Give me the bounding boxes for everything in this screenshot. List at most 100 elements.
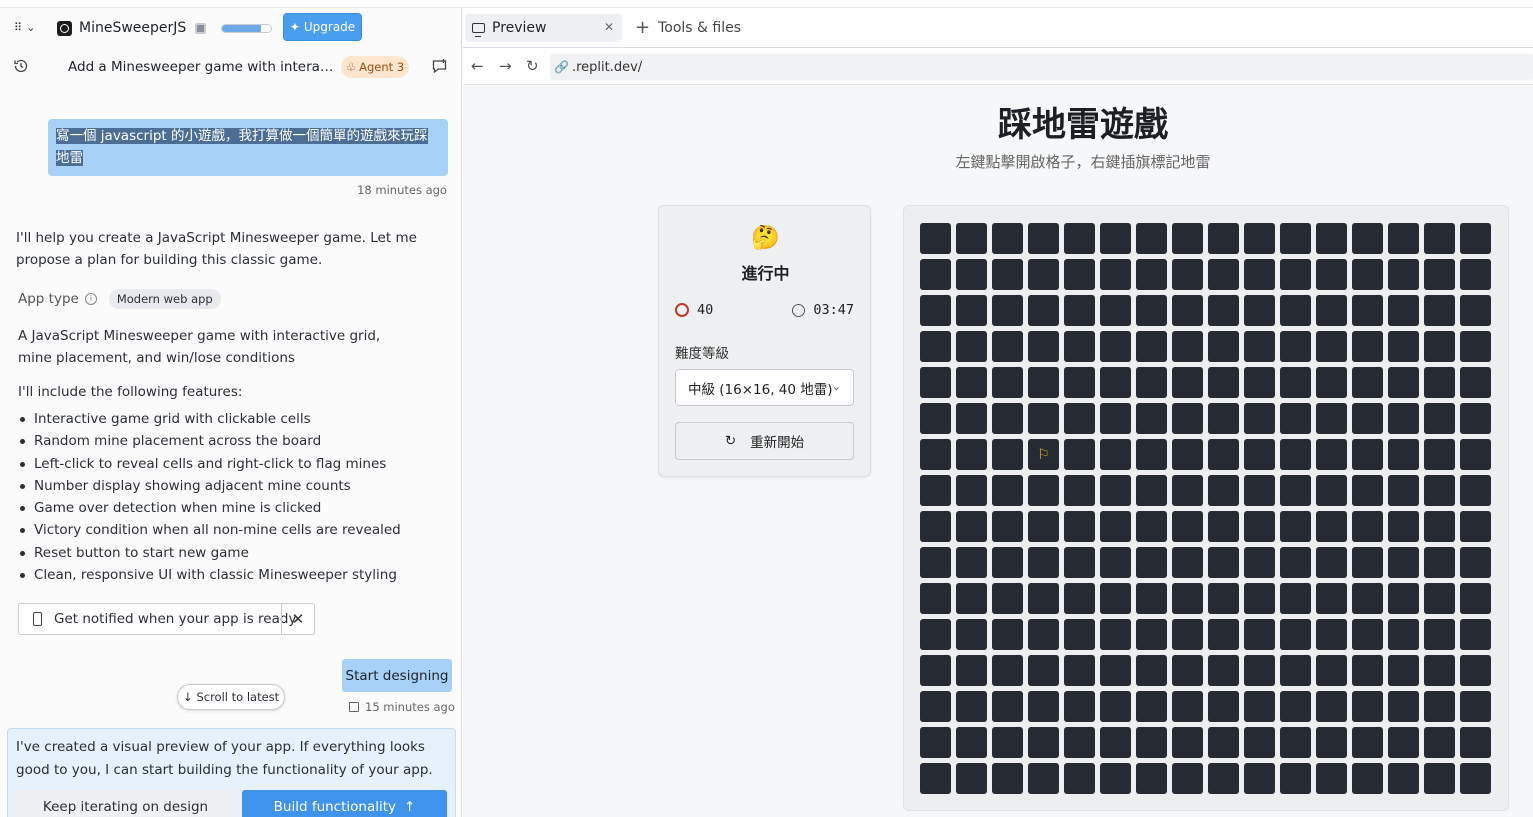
grid-cell[interactable]: [1100, 691, 1131, 722]
new-chat-icon[interactable]: [431, 58, 448, 75]
grid-cell[interactable]: [1280, 331, 1311, 362]
grid-cell[interactable]: [920, 547, 951, 578]
grid-cell[interactable]: [1208, 547, 1239, 578]
grid-cell[interactable]: [1064, 655, 1095, 686]
grid-cell[interactable]: [1064, 475, 1095, 506]
grid-cell[interactable]: [1424, 763, 1455, 794]
grid-cell[interactable]: [1424, 223, 1455, 254]
grid-cell[interactable]: [1208, 763, 1239, 794]
grid-cell[interactable]: [1424, 727, 1455, 758]
grid-cell[interactable]: [1172, 583, 1203, 614]
grid-cell[interactable]: [1280, 619, 1311, 650]
grid-cell[interactable]: [1100, 763, 1131, 794]
grid-cell[interactable]: [956, 439, 987, 470]
grid-cell[interactable]: [1424, 691, 1455, 722]
grid-cell[interactable]: [1028, 619, 1059, 650]
grid-cell[interactable]: [1136, 583, 1167, 614]
grid-cell[interactable]: [1352, 331, 1383, 362]
grid-cell[interactable]: [992, 223, 1023, 254]
grid-cell[interactable]: [992, 763, 1023, 794]
grid-cell[interactable]: [1352, 403, 1383, 434]
grid-cell[interactable]: [1172, 439, 1203, 470]
grid-cell[interactable]: [1172, 475, 1203, 506]
grid-cell[interactable]: [1280, 223, 1311, 254]
grid-cell[interactable]: [1316, 367, 1347, 398]
grid-cell[interactable]: [1172, 691, 1203, 722]
grid-cell[interactable]: [1100, 403, 1131, 434]
upgrade-button[interactable]: ✦ Upgrade: [283, 13, 362, 41]
grid-cell[interactable]: [920, 511, 951, 542]
grid-cell[interactable]: [956, 403, 987, 434]
grid-cell[interactable]: [992, 331, 1023, 362]
grid-cell[interactable]: [1388, 763, 1419, 794]
grid-cell[interactable]: [1424, 619, 1455, 650]
url-input[interactable]: 🔗 .replit.dev/: [550, 54, 1533, 80]
grid-cell[interactable]: [1064, 403, 1095, 434]
grid-cell[interactable]: [1316, 583, 1347, 614]
grid-cell[interactable]: [1028, 655, 1059, 686]
grid-cell[interactable]: [1244, 511, 1275, 542]
grid-cell[interactable]: [1460, 331, 1491, 362]
grid-cell[interactable]: [1280, 475, 1311, 506]
grid-cell[interactable]: [1352, 547, 1383, 578]
grid-cell[interactable]: [1388, 295, 1419, 326]
grid-cell[interactable]: [1208, 727, 1239, 758]
grid-cell[interactable]: [1352, 655, 1383, 686]
grid-cell[interactable]: [956, 259, 987, 290]
grid-cell[interactable]: [920, 331, 951, 362]
grid-cell[interactable]: [1028, 331, 1059, 362]
grid-cell[interactable]: [1100, 223, 1131, 254]
grid-cell[interactable]: [1352, 439, 1383, 470]
grid-cell[interactable]: [1064, 367, 1095, 398]
grid-cell[interactable]: [1352, 367, 1383, 398]
grid-cell[interactable]: [1460, 367, 1491, 398]
grid-cell[interactable]: [1460, 691, 1491, 722]
grid-cell[interactable]: [956, 511, 987, 542]
grid-cell[interactable]: [1028, 547, 1059, 578]
grid-cell[interactable]: [1064, 619, 1095, 650]
grid-cell[interactable]: [1100, 475, 1131, 506]
grid-cell[interactable]: [992, 691, 1023, 722]
grid-cell[interactable]: [1424, 655, 1455, 686]
grid-cell[interactable]: [920, 439, 951, 470]
grid-cell[interactable]: [956, 331, 987, 362]
grid-cell[interactable]: [1316, 403, 1347, 434]
grid-cell[interactable]: [1244, 583, 1275, 614]
flagged-cell[interactable]: ⚐: [1028, 439, 1059, 470]
grid-cell[interactable]: [1208, 619, 1239, 650]
grid-cell[interactable]: [1424, 295, 1455, 326]
grid-cell[interactable]: [1244, 331, 1275, 362]
grid-cell[interactable]: [1208, 295, 1239, 326]
grid-cell[interactable]: [1136, 223, 1167, 254]
grid-cell[interactable]: [1280, 583, 1311, 614]
grid-cell[interactable]: [1388, 547, 1419, 578]
grid-cell[interactable]: [1460, 511, 1491, 542]
grid-cell[interactable]: [1460, 439, 1491, 470]
grid-cell[interactable]: [1244, 223, 1275, 254]
grid-cell[interactable]: [1244, 259, 1275, 290]
grid-cell[interactable]: [1172, 223, 1203, 254]
grid-cell[interactable]: [1136, 259, 1167, 290]
grid-cell[interactable]: [1064, 511, 1095, 542]
grid-cell[interactable]: [1136, 295, 1167, 326]
grid-cell[interactable]: [1028, 403, 1059, 434]
back-arrow-icon[interactable]: ←: [471, 57, 484, 75]
grid-cell[interactable]: [1280, 403, 1311, 434]
history-icon[interactable]: [13, 58, 29, 74]
close-icon[interactable]: ✕: [604, 20, 614, 34]
grid-cell[interactable]: [1280, 259, 1311, 290]
info-icon[interactable]: i: [84, 293, 97, 305]
grid-cell[interactable]: [1064, 259, 1095, 290]
grid-cell[interactable]: [1352, 691, 1383, 722]
difficulty-select[interactable]: 中級 (16×16, 40 地雷) ⌄: [675, 369, 854, 406]
grid-cell[interactable]: [1136, 655, 1167, 686]
grid-cell[interactable]: [1064, 295, 1095, 326]
grid-cell[interactable]: [956, 727, 987, 758]
grid-cell[interactable]: [1208, 475, 1239, 506]
grid-cell[interactable]: [1280, 511, 1311, 542]
grid-cell[interactable]: [992, 259, 1023, 290]
grid-cell[interactable]: [1316, 511, 1347, 542]
face-icon[interactable]: 🤔: [659, 224, 872, 251]
grid-cell[interactable]: [956, 295, 987, 326]
grid-cell[interactable]: [1172, 511, 1203, 542]
